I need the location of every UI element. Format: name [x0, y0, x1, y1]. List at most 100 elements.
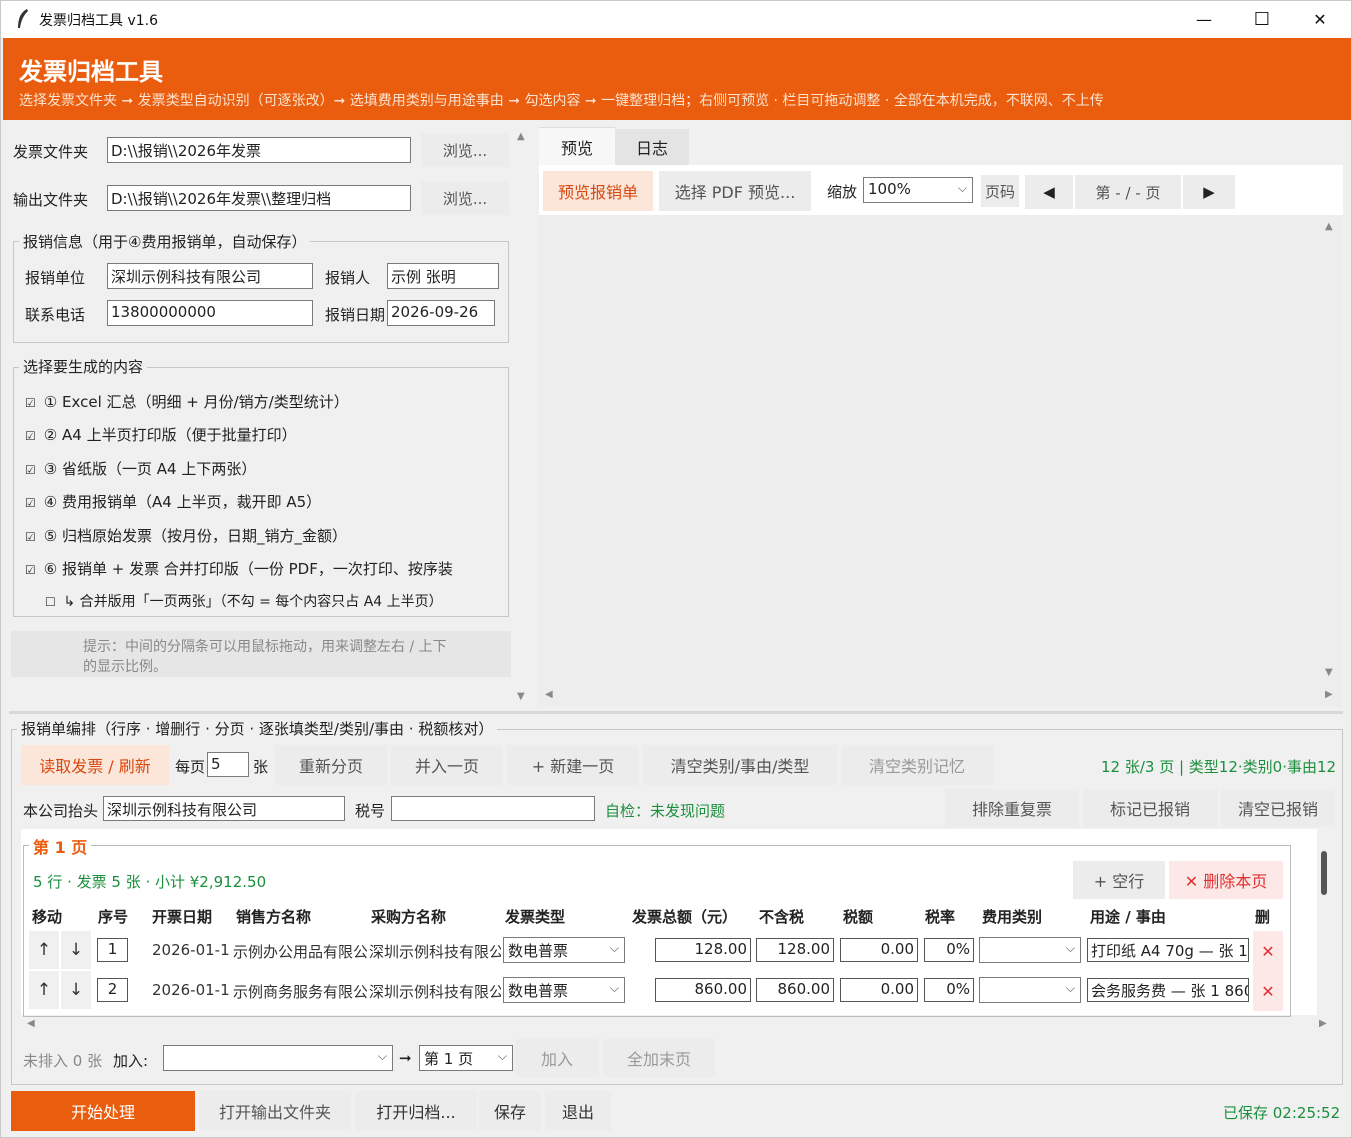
- minimize-button[interactable]: —: [1175, 1, 1233, 38]
- rate-input[interactable]: 0%: [924, 938, 974, 962]
- merge-page-button[interactable]: 并入一页: [391, 745, 503, 785]
- col-category: 费用类别: [982, 908, 1043, 926]
- add-invoice-select[interactable]: ⌵: [163, 1045, 393, 1071]
- preview-form-button[interactable]: 预览报销单: [543, 171, 653, 211]
- browse-output-button[interactable]: 浏览...: [421, 181, 509, 215]
- move-up-button[interactable]: ↑: [29, 971, 59, 1009]
- feather-icon: [18, 9, 28, 28]
- page-scrollbar-thumb[interactable]: [1321, 851, 1327, 895]
- scroll-left-icon[interactable]: ◀: [27, 1018, 35, 1029]
- col-buyer: 采购方名称: [371, 908, 447, 926]
- category-select[interactable]: ⌵: [979, 937, 1081, 963]
- next-page-button[interactable]: ▶: [1183, 175, 1235, 209]
- output-folder-input[interactable]: D:\\报销\\2026年发票\\整理归档: [107, 185, 411, 211]
- scroll-right-icon[interactable]: ▶: [1325, 689, 1333, 700]
- output-folder-label: 输出文件夹: [13, 191, 89, 209]
- preview-panel: 预览 日志 预览报销单 选择 PDF 预览... 缩放 100% ⌵ 页码 ◀ …: [539, 127, 1343, 707]
- mark-reimbursed-button[interactable]: 标记已报销: [1083, 789, 1217, 827]
- seq-input[interactable]: 2: [97, 978, 128, 1002]
- save-button[interactable]: 保存: [479, 1091, 541, 1131]
- open-output-button[interactable]: 打开输出文件夹: [199, 1091, 351, 1131]
- total-input[interactable]: 128.00: [655, 938, 751, 962]
- move-down-button[interactable]: ↓: [61, 971, 91, 1009]
- move-down-button[interactable]: ↓: [61, 931, 91, 969]
- unit-input[interactable]: 深圳示例科技有限公司: [107, 263, 313, 289]
- clear-reimbursed-button[interactable]: 清空已报销: [1221, 789, 1335, 827]
- split-divider[interactable]: [9, 711, 1343, 714]
- scroll-left-icon[interactable]: ◀: [545, 689, 553, 700]
- company-input[interactable]: 深圳示例科技有限公司: [103, 796, 345, 821]
- exit-button[interactable]: 退出: [545, 1091, 611, 1131]
- clear-fields-button[interactable]: 清空类别/事由/类型: [643, 745, 837, 785]
- purpose-input[interactable]: 打印纸 A4 70g — 张 1: [1087, 938, 1249, 962]
- read-invoices-button[interactable]: 读取发票 / 刷新: [21, 745, 169, 785]
- content-checkbox-5[interactable]: ☑ ⑤ 归档原始发票（按月份，日期_销方_金额）: [25, 525, 347, 546]
- repaginate-button[interactable]: 重新分页: [275, 745, 387, 785]
- per-page-input[interactable]: 5: [207, 752, 249, 777]
- dedupe-button[interactable]: 排除重复票: [945, 789, 1079, 827]
- content-subcheckbox[interactable]: ☐ ↳ 合并版用「一页两张」（不勾 = 每个内容只占 A4 上半页）: [45, 591, 443, 611]
- total-input[interactable]: 860.00: [655, 978, 751, 1002]
- scroll-down-icon[interactable]: ▼: [1325, 667, 1333, 678]
- col-tax: 税额: [843, 908, 874, 926]
- content-checkbox-3[interactable]: ☑ ③ 省纸版（一页 A4 上下两张）: [25, 458, 256, 479]
- browse-invoice-button[interactable]: 浏览...: [421, 133, 509, 167]
- rate-input[interactable]: 0%: [924, 978, 974, 1002]
- purpose-input[interactable]: 会务服务费 — 张 1 860: [1087, 978, 1249, 1002]
- target-page-select[interactable]: 第 1 页 ⌵: [419, 1045, 513, 1071]
- prev-page-button[interactable]: ◀: [1025, 175, 1073, 209]
- invoice-type-select[interactable]: 数电普票 ⌵: [503, 977, 625, 1003]
- tab-preview[interactable]: 预览: [539, 127, 615, 165]
- start-button[interactable]: 开始处理: [11, 1091, 195, 1131]
- add-button[interactable]: 加入: [515, 1039, 599, 1077]
- maximize-button[interactable]: ☐: [1233, 1, 1291, 38]
- clear-memory-button[interactable]: 清空类别记忆: [841, 745, 993, 785]
- page-label: 页码: [981, 175, 1019, 207]
- checkbox-checked-icon: ☑: [25, 463, 36, 477]
- app-window: 发票归档工具 v1.6 — ☐ ✕ 发票归档工具 选择发票文件夹 ➞ 发票类型自…: [0, 0, 1352, 1138]
- scroll-right-icon[interactable]: ▶: [1319, 1018, 1327, 1029]
- chevron-down-icon: ⌵: [609, 981, 619, 995]
- add-empty-row-button[interactable]: + 空行: [1073, 861, 1165, 899]
- new-page-button[interactable]: + 新建一页: [507, 745, 639, 785]
- title-bar: 发票归档工具 v1.6 — ☐ ✕: [1, 1, 1351, 38]
- content-checkbox-1[interactable]: ☑ ① Excel 汇总（明细 + 月份/销方/类型统计）: [25, 391, 349, 412]
- content-checkbox-6[interactable]: ☑ ⑥ 报销单 + 发票 合并打印版（一份 PDF，一次打印、按序装: [25, 558, 509, 579]
- delete-page-button[interactable]: ✕ 删除本页: [1169, 861, 1283, 899]
- invoice-type-select[interactable]: 数电普票 ⌵: [503, 937, 625, 963]
- seq-input[interactable]: 1: [97, 938, 128, 962]
- left-panel: 发票文件夹 D:\\报销\\2026年发票 浏览... 输出文件夹 D:\\报销…: [11, 127, 511, 707]
- tax-id-input[interactable]: [391, 796, 595, 821]
- col-seq: 序号: [98, 908, 129, 926]
- person-input[interactable]: 示例 张明: [387, 263, 499, 289]
- tab-log[interactable]: 日志: [615, 129, 689, 165]
- delete-row-button[interactable]: ✕: [1253, 931, 1283, 971]
- close-button[interactable]: ✕: [1291, 1, 1349, 38]
- delete-row-button[interactable]: ✕: [1253, 971, 1283, 1011]
- tax-input[interactable]: 0.00: [840, 938, 918, 962]
- date-input[interactable]: 2026-09-26: [387, 300, 495, 326]
- scroll-up-icon: ▲: [517, 131, 525, 142]
- invoice-folder-label: 发票文件夹: [13, 143, 89, 161]
- move-up-button[interactable]: ↑: [29, 931, 59, 969]
- content-checkbox-4[interactable]: ☑ ④ 费用报销单（A4 上半页，裁开即 A5）: [25, 491, 321, 512]
- page-title: 第 1 页: [29, 834, 92, 858]
- net-input[interactable]: 128.00: [756, 938, 834, 962]
- open-archive-button[interactable]: 打开归档...: [355, 1091, 477, 1131]
- pick-pdf-button[interactable]: 选择 PDF 预览...: [659, 171, 811, 211]
- invoice-folder-input[interactable]: D:\\报销\\2026年发票: [107, 137, 411, 163]
- tip-text: 提示：中间的分隔条可以用鼠标拖动，用来调整左右 / 上下的显示比例。: [83, 639, 447, 675]
- table-row: ↑ ↓ 1 2026-01-1 示例办公用品有限公 深圳示例科技有限公 数电普票…: [29, 931, 1285, 971]
- zoom-label: 缩放: [827, 183, 858, 201]
- per-page-unit: 张: [253, 758, 269, 776]
- left-scrollbar[interactable]: ▲ ▼: [515, 127, 529, 707]
- scroll-up-icon[interactable]: ▲: [1325, 221, 1333, 232]
- zoom-select[interactable]: 100% ⌵: [863, 177, 973, 203]
- tax-input[interactable]: 0.00: [840, 978, 918, 1002]
- phone-input[interactable]: 13800000000: [107, 300, 313, 326]
- category-select[interactable]: ⌵: [979, 977, 1081, 1003]
- net-input[interactable]: 860.00: [756, 978, 834, 1002]
- add-all-button[interactable]: 全加末页: [603, 1039, 715, 1077]
- col-move: 移动: [32, 908, 63, 926]
- content-checkbox-2[interactable]: ☑ ② A4 上半页打印版（便于批量打印）: [25, 424, 297, 445]
